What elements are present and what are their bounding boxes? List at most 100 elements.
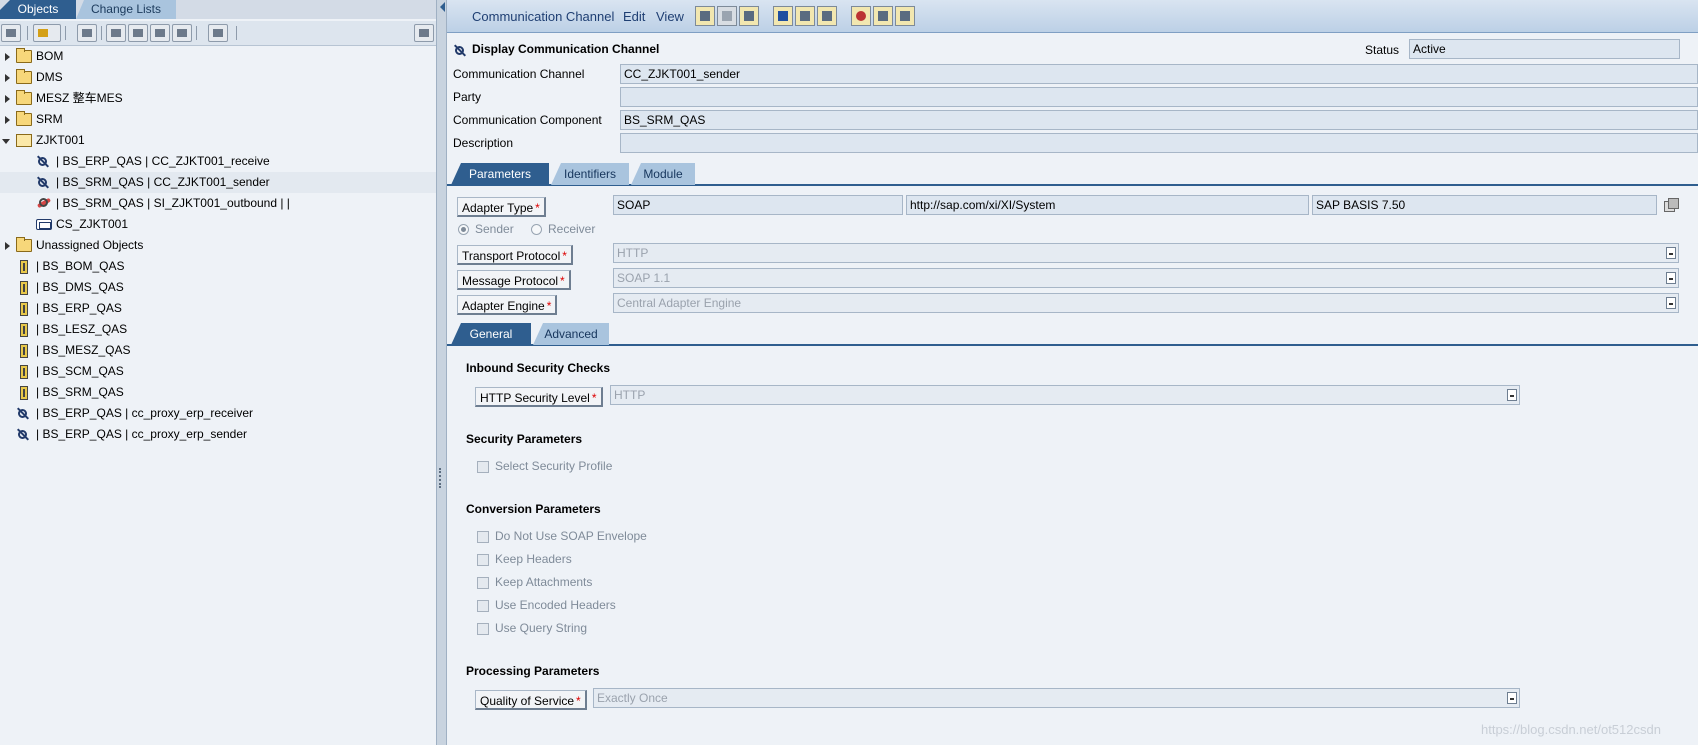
tree-item-label: | BS_SRM_QAS | CC_ZJKT001_sender — [56, 175, 270, 189]
chevron-right-icon[interactable] — [5, 116, 10, 124]
tree-item[interactable]: | BS_DMS_QAS — [0, 277, 436, 298]
collapse-up-icon[interactable] — [172, 24, 192, 42]
use-query-string-checkbox[interactable] — [477, 623, 489, 635]
chevron-right-icon[interactable] — [5, 53, 10, 61]
copy-object-icon[interactable] — [739, 6, 759, 26]
object-tree: BOM DMS MESZ 整车MES SRM ZJKT001 | BS_ERP_QAS |… — [0, 46, 436, 445]
message-protocol-value: SOAP 1.1 — [617, 271, 671, 285]
filter-icon[interactable] — [208, 24, 228, 42]
message-protocol-select[interactable]: SOAP 1.1 — [613, 268, 1679, 288]
component-field: BS_SRM_QAS — [620, 110, 1698, 130]
edit-pencil-icon[interactable] — [695, 6, 715, 26]
tree-item[interactable]: Unassigned Objects — [0, 235, 436, 256]
history-icon[interactable] — [873, 6, 893, 26]
required-marker: * — [560, 274, 565, 288]
tree-item-label: Unassigned Objects — [36, 238, 144, 252]
tab-advanced[interactable]: Advanced — [533, 323, 609, 345]
use-encoded-headers-label: Use Encoded Headers — [495, 598, 616, 612]
save-icon[interactable] — [717, 6, 737, 26]
tree-item-label: | BS_SRM_QAS — [36, 385, 124, 399]
chevron-right-icon[interactable] — [5, 95, 10, 103]
tab-parameters[interactable]: Parameters — [451, 163, 549, 185]
tree-item[interactable]: | BS_SRM_QAS — [0, 382, 436, 403]
dropdown-icon[interactable] — [1507, 692, 1517, 704]
test-icon[interactable] — [851, 6, 871, 26]
tree-item[interactable]: CS_ZJKT001 — [0, 214, 436, 235]
chevron-right-icon[interactable] — [5, 74, 10, 82]
chevron-right-icon[interactable] — [5, 242, 10, 250]
transport-protocol-select[interactable]: HTTP — [613, 243, 1679, 263]
no-soap-envelope-label: Do Not Use SOAP Envelope — [495, 529, 647, 543]
pane-toggle-icon[interactable] — [414, 24, 434, 42]
tree-item[interactable]: | BS_MESZ_QAS — [0, 340, 436, 361]
collapse-down-icon[interactable] — [150, 24, 170, 42]
expand-subtree-icon[interactable] — [128, 24, 148, 42]
status-field: Active — [1409, 39, 1680, 59]
tree-item-label: | BS_ERP_QAS | cc_proxy_erp_receiver — [36, 406, 253, 420]
binoculars-icon[interactable] — [77, 24, 97, 42]
system-icon — [20, 365, 28, 379]
tree-item[interactable]: | BS_ERP_QAS | cc_proxy_erp_receiver — [0, 403, 436, 424]
tree-item[interactable]: | BS_ERP_QAS — [0, 298, 436, 319]
qos-select[interactable]: Exactly Once — [593, 688, 1520, 708]
receiver-radio[interactable] — [531, 224, 542, 235]
tree-item-label: BOM — [36, 49, 64, 63]
select-security-profile-checkbox[interactable] — [477, 461, 489, 473]
tab-general[interactable]: General — [451, 323, 531, 345]
tree-item[interactable]: | BS_ERP_QAS | CC_ZJKT001_receive — [0, 151, 436, 172]
refresh-icon[interactable] — [1, 24, 21, 42]
navigate-icon[interactable] — [817, 6, 837, 26]
toolbar-separator — [27, 26, 28, 40]
sender-radio[interactable] — [458, 224, 469, 235]
copy-icon[interactable] — [1664, 198, 1679, 212]
expand-tree-icon[interactable] — [106, 24, 126, 42]
tree-item[interactable]: | BS_ERP_QAS | cc_proxy_erp_sender — [0, 424, 436, 445]
tree-item[interactable]: | BS_BOM_QAS — [0, 256, 436, 277]
splitter-grip-icon[interactable] — [439, 468, 443, 488]
keep-attachments-checkbox[interactable] — [477, 577, 489, 589]
sender-label: Sender — [475, 222, 514, 236]
tree-item[interactable]: | BS_LESZ_QAS — [0, 319, 436, 340]
object-navigator: Objects Change Lists BOM DMS MESZ 整车MES SRM… — [0, 0, 436, 745]
receiver-label: Receiver — [548, 222, 596, 236]
pane-splitter[interactable] — [436, 0, 447, 745]
system-icon — [20, 302, 28, 316]
tab-module[interactable]: Module — [631, 163, 695, 185]
tree-item[interactable]: | BS_SCM_QAS — [0, 361, 436, 382]
system-icon — [20, 386, 28, 400]
tab-change-lists[interactable]: Change Lists — [76, 0, 176, 19]
dropdown-icon[interactable] — [1666, 247, 1676, 259]
menu-view[interactable]: View — [656, 9, 684, 24]
collapse-left-icon[interactable] — [440, 2, 445, 12]
no-soap-envelope-checkbox[interactable] — [477, 531, 489, 543]
menu-edit[interactable]: Edit — [623, 9, 645, 24]
http-security-select[interactable]: HTTP — [610, 385, 1520, 405]
folder-icon — [16, 237, 32, 252]
tree-item[interactable]: ZJKT001 — [0, 130, 436, 151]
tree-item[interactable]: MESZ 整车MES — [0, 88, 436, 109]
where-used-icon[interactable] — [795, 6, 815, 26]
documentation-icon[interactable] — [895, 6, 915, 26]
menu-communication-channel[interactable]: Communication Channel — [472, 9, 614, 24]
tree-item[interactable]: | BS_SRM_QAS | CC_ZJKT001_sender — [0, 172, 436, 193]
dropdown-icon[interactable] — [1507, 389, 1517, 401]
adapter-engine-select[interactable]: Central Adapter Engine — [613, 293, 1679, 313]
tree-item[interactable]: DMS — [0, 67, 436, 88]
tab-identifiers[interactable]: Identifiers — [551, 163, 629, 185]
qos-label: Quality of Service * — [475, 690, 587, 710]
use-encoded-headers-checkbox[interactable] — [477, 600, 489, 612]
tab-objects[interactable]: Objects — [0, 0, 76, 19]
tree-item[interactable]: | BS_SRM_QAS | SI_ZJKT001_outbound | | — [0, 193, 436, 214]
description-field — [620, 133, 1698, 153]
message-protocol-text: Message Protocol — [462, 274, 559, 288]
keep-headers-checkbox[interactable] — [477, 554, 489, 566]
folder-icon — [16, 111, 32, 126]
info-icon[interactable] — [773, 6, 793, 26]
folder-menu-icon[interactable] — [33, 24, 61, 42]
dropdown-icon[interactable] — [1666, 297, 1676, 309]
dropdown-icon[interactable] — [1666, 272, 1676, 284]
tree-item[interactable]: BOM — [0, 46, 436, 67]
tree-item[interactable]: SRM — [0, 109, 436, 130]
adapter-swc-field: SAP BASIS 7.50 — [1312, 195, 1657, 215]
chevron-down-icon[interactable] — [2, 139, 10, 144]
